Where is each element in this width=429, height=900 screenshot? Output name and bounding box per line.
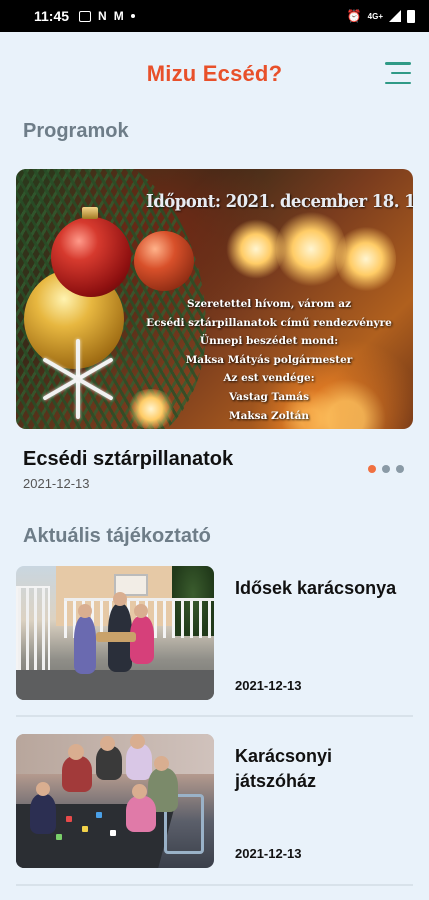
alarm-icon: ⏰ <box>346 9 362 23</box>
app-header: Mizu Ecséd? <box>0 32 429 116</box>
status-system-icons: ⏰ 4G+ <box>346 9 415 23</box>
featured-program-date: 2021-12-13 <box>23 476 90 491</box>
signal-icon <box>389 10 401 22</box>
mail-glyph-icon: M <box>113 9 124 23</box>
news-item-title: Karácsonyi játszóház <box>235 746 333 791</box>
app-title: Mizu Ecséd? <box>146 61 283 86</box>
programs-section-title: Programok <box>23 120 129 142</box>
menu-icon[interactable] <box>383 62 411 84</box>
dot-icon <box>130 14 135 18</box>
featured-program-title[interactable]: Ecsédi sztárpillanatok <box>23 448 233 471</box>
list-divider <box>16 884 413 886</box>
network-type: 4G+ <box>367 11 383 21</box>
news-item[interactable]: Idősek karácsonya 2021-12-13 <box>16 566 413 702</box>
carousel-pager <box>368 465 404 473</box>
photo-icon <box>79 10 92 22</box>
n-icon: N <box>98 9 107 23</box>
news-thumbnail <box>16 566 214 700</box>
pager-dot-1[interactable] <box>368 465 376 473</box>
news-item-title: Idősek karácsonya <box>235 578 397 598</box>
list-divider <box>16 715 413 717</box>
featured-program-card[interactable]: Időpont: 2021. december 18. 15.00 óra Sz… <box>16 169 413 429</box>
battery-icon <box>407 9 415 23</box>
news-item[interactable]: Karácsonyi játszóház 2021-12-13 <box>16 734 413 870</box>
status-notification-icons: N M <box>79 10 135 22</box>
news-item-date: 2021-12-13 <box>235 678 302 693</box>
news-thumbnail <box>16 734 214 868</box>
news-section-title: Aktuális tájékoztató <box>23 525 211 547</box>
status-bar: 11:45 N M ⏰ 4G+ <box>0 0 429 32</box>
news-item-date: 2021-12-13 <box>235 846 302 861</box>
pager-dot-2[interactable] <box>382 465 390 473</box>
pager-dot-3[interactable] <box>396 465 404 473</box>
poster-text: Szeretettel hívom, várom az Ecsédi sztár… <box>146 298 392 422</box>
poster-headline: Időpont: 2021. december 18. 15.00 óra <box>146 191 413 212</box>
status-time: 11:45 <box>34 8 70 24</box>
